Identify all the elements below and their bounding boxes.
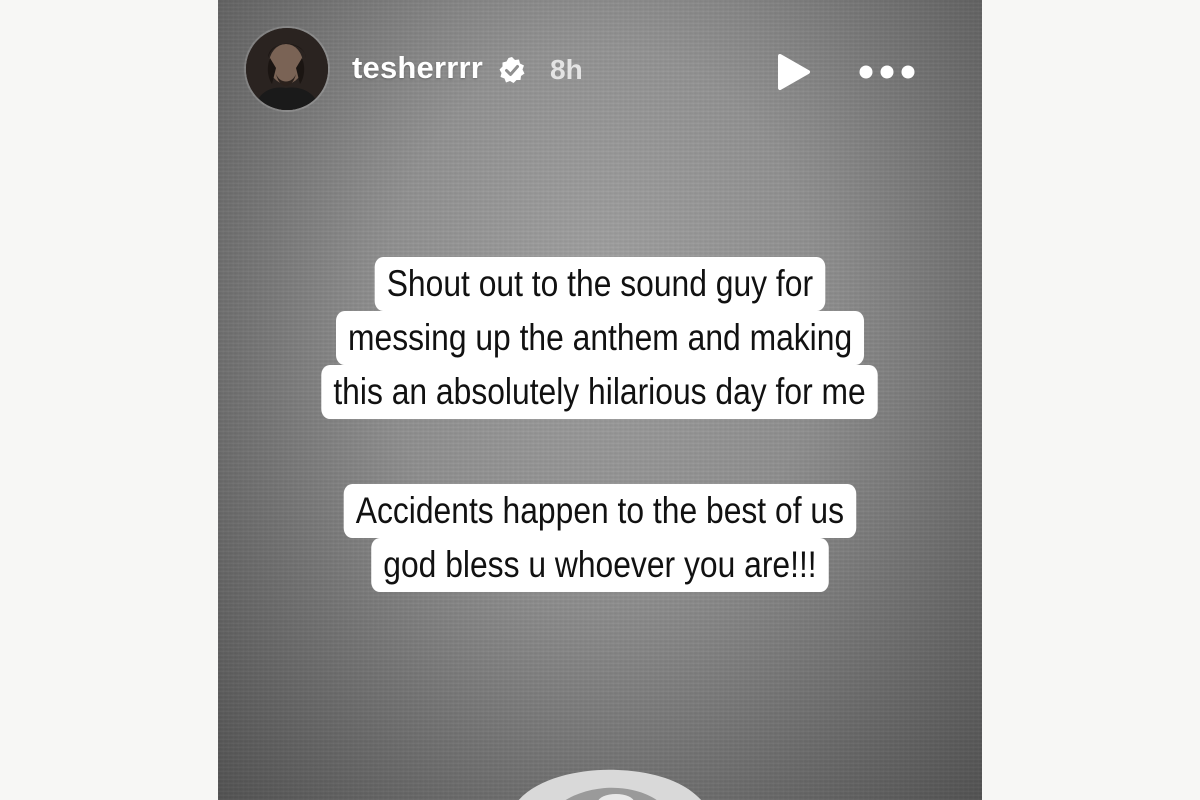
caption-line: this an absolutely hilarious day for me xyxy=(218,365,982,419)
verified-badge-icon xyxy=(499,57,525,83)
more-options-icon[interactable] xyxy=(854,56,920,88)
username[interactable]: tesherrrr xyxy=(352,50,483,86)
caption-sticker-1: Shout out to the sound guy for messing u… xyxy=(218,257,982,419)
story-viewer[interactable]: tesherrrr 8h Shout out to the sound guy … xyxy=(218,0,982,800)
story-photo-object xyxy=(519,769,702,800)
caption-sticker-2: Accidents happen to the best of us god b… xyxy=(218,484,982,592)
profile-photo-icon xyxy=(246,28,328,110)
caption-line: god bless u whoever you are!!! xyxy=(218,538,982,592)
caption-text: this an absolutely hilarious day for me xyxy=(321,365,879,419)
avatar[interactable] xyxy=(246,28,328,110)
caption-text: Shout out to the sound guy for xyxy=(374,257,826,311)
play-icon[interactable] xyxy=(774,52,814,92)
caption-text: Accidents happen to the best of us xyxy=(343,484,857,538)
story-header: tesherrrr 8h xyxy=(218,0,982,130)
post-time: 8h xyxy=(550,54,583,85)
caption-text: messing up the anthem and making xyxy=(335,311,865,365)
caption-line: Accidents happen to the best of us xyxy=(218,484,982,538)
caption-text: god bless u whoever you are!!! xyxy=(371,538,829,592)
caption-line: Shout out to the sound guy for xyxy=(218,257,982,311)
caption-line: messing up the anthem and making xyxy=(218,311,982,365)
